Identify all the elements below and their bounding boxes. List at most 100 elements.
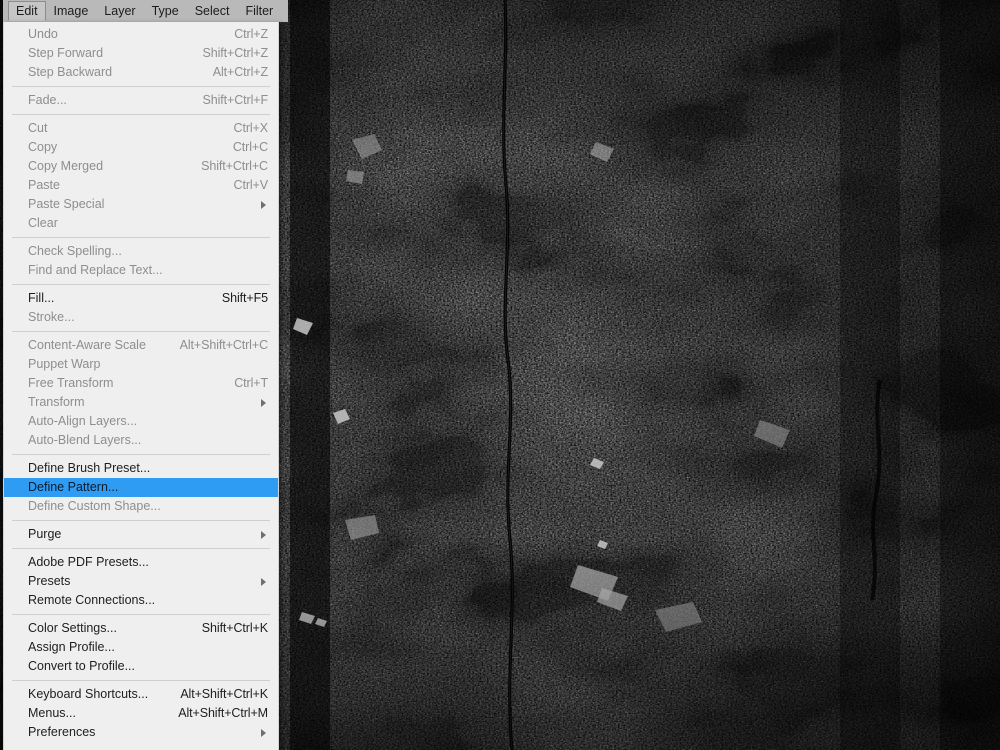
- menu-item-label: Transform: [28, 395, 85, 409]
- menubar-item-type-label: Type: [151, 4, 179, 18]
- menu-item-undo: Undo Ctrl+Z: [4, 25, 278, 44]
- menu-item-label: Copy: [28, 140, 58, 154]
- menu-item-label: Paste Special: [28, 197, 105, 211]
- chevron-right-icon: [261, 530, 266, 539]
- menu-item-label: Adobe PDF Presets...: [28, 555, 149, 569]
- menu-item-label: Auto-Align Layers...: [28, 414, 138, 428]
- menu-item-label: Define Pattern...: [28, 480, 119, 494]
- menu-item-remote-connections[interactable]: Remote Connections...: [4, 591, 278, 610]
- menu-item-label: Paste: [28, 178, 60, 192]
- menu-item-cut: Cut Ctrl+X: [4, 119, 278, 138]
- menubar-item-select[interactable]: Select: [187, 1, 238, 21]
- menu-bar: Edit Image Layer Type Select Filter: [3, 0, 288, 22]
- menu-item-puppet-warp: Puppet Warp: [4, 355, 278, 374]
- menu-item-paste: Paste Ctrl+V: [4, 176, 278, 195]
- edit-dropdown-menu[interactable]: Undo Ctrl+Z Step Forward Shift+Ctrl+Z Step B…: [3, 22, 279, 750]
- menu-item-copy: Copy Ctrl+C: [4, 138, 278, 157]
- menubar-item-type[interactable]: Type: [144, 1, 187, 21]
- menu-item-menus[interactable]: Menus... Alt+Shift+Ctrl+M: [4, 704, 278, 723]
- menu-item-shortcut: Ctrl+V: [233, 178, 269, 192]
- menu-item-label: Step Forward: [28, 46, 104, 60]
- chevron-right-icon: [261, 728, 266, 737]
- menu-item-shortcut: Ctrl+X: [233, 121, 269, 135]
- menu-item-find-and-replace-text: Find and Replace Text...: [4, 261, 278, 280]
- menubar-item-edit[interactable]: Edit: [8, 1, 46, 21]
- menu-item-label: Define Custom Shape...: [28, 499, 161, 513]
- menu-item-define-brush-preset[interactable]: Define Brush Preset...: [4, 459, 278, 478]
- menubar-item-layer[interactable]: Layer: [96, 1, 143, 21]
- menu-item-shortcut: Ctrl+C: [232, 140, 268, 154]
- menu-item-fade: Fade... Shift+Ctrl+F: [4, 91, 278, 110]
- menu-item-shortcut: Shift+F5: [221, 291, 268, 305]
- menubar-item-image[interactable]: Image: [46, 1, 97, 21]
- menu-item-shortcut: Shift+Ctrl+C: [201, 159, 268, 173]
- menu-item-auto-align-layers: Auto-Align Layers...: [4, 412, 278, 431]
- menu-item-fill[interactable]: Fill... Shift+F5: [4, 289, 278, 308]
- menu-item-step-backward: Step Backward Alt+Ctrl+Z: [4, 63, 278, 82]
- menu-item-label: Puppet Warp: [28, 357, 101, 371]
- menu-item-keyboard-shortcuts[interactable]: Keyboard Shortcuts... Alt+Shift+Ctrl+K: [4, 685, 278, 704]
- menu-item-shortcut: Shift+Ctrl+F: [202, 93, 269, 107]
- menu-item-label: Convert to Profile...: [28, 659, 135, 673]
- menubar-item-filter-label: Filter: [245, 4, 274, 18]
- menu-item-assign-profile[interactable]: Assign Profile...: [4, 638, 278, 657]
- menu-item-copy-merged: Copy Merged Shift+Ctrl+C: [4, 157, 278, 176]
- menu-item-label: Fade...: [28, 93, 67, 107]
- menu-item-label: Preferences: [28, 725, 96, 739]
- menu-item-label: Check Spelling...: [28, 244, 122, 258]
- menu-item-presets[interactable]: Presets: [4, 572, 278, 591]
- menu-item-label: Keyboard Shortcuts...: [28, 687, 149, 701]
- chevron-right-icon: [261, 200, 266, 209]
- menu-item-label: Menus...: [28, 706, 76, 720]
- menubar-item-layer-label: Layer: [104, 4, 136, 18]
- menu-item-preferences[interactable]: Preferences: [4, 723, 278, 742]
- menu-item-purge[interactable]: Purge: [4, 525, 278, 544]
- menu-item-define-custom-shape: Define Custom Shape...: [4, 497, 278, 516]
- menu-item-color-settings[interactable]: Color Settings... Shift+Ctrl+K: [4, 619, 278, 638]
- menu-item-shortcut: Alt+Ctrl+Z: [212, 65, 268, 79]
- menubar-item-select-label: Select: [194, 4, 230, 18]
- menu-item-shortcut: Alt+Shift+Ctrl+C: [179, 338, 268, 352]
- menu-item-label: Copy Merged: [28, 159, 104, 173]
- menu-item-label: Assign Profile...: [28, 640, 115, 654]
- menu-item-step-forward: Step Forward Shift+Ctrl+Z: [4, 44, 278, 63]
- menu-item-convert-to-profile[interactable]: Convert to Profile...: [4, 657, 278, 676]
- menu-item-shortcut: Alt+Shift+Ctrl+K: [180, 687, 268, 701]
- menu-separator: [12, 284, 270, 285]
- menubar-item-edit-label: Edit: [16, 4, 38, 18]
- menu-item-shortcut: Alt+Shift+Ctrl+M: [178, 706, 268, 720]
- menu-item-label: Fill...: [28, 291, 55, 305]
- menu-item-clear: Clear: [4, 214, 278, 233]
- menu-item-label: Free Transform: [28, 376, 114, 390]
- menu-separator: [12, 86, 270, 87]
- menubar-item-filter[interactable]: Filter: [237, 1, 281, 21]
- menu-separator: [12, 114, 270, 115]
- menu-item-label: Purge: [28, 527, 62, 541]
- menu-item-shortcut: Shift+Ctrl+K: [201, 621, 268, 635]
- menu-item-shortcut: Ctrl+Z: [234, 27, 268, 41]
- chevron-right-icon: [261, 398, 266, 407]
- menu-item-label: Auto-Blend Layers...: [28, 433, 142, 447]
- menu-item-label: Remote Connections...: [28, 593, 156, 607]
- menu-item-label: Define Brush Preset...: [28, 461, 151, 475]
- menu-item-label: Step Backward: [28, 65, 113, 79]
- menu-item-shortcut: Ctrl+T: [234, 376, 268, 390]
- menu-item-define-pattern[interactable]: Define Pattern...: [4, 478, 278, 497]
- menu-separator: [12, 548, 270, 549]
- menu-separator: [12, 680, 270, 681]
- menu-item-label: Cut: [28, 121, 48, 135]
- menu-separator: [12, 454, 270, 455]
- menu-item-label: Presets: [28, 574, 71, 588]
- chevron-right-icon: [261, 577, 266, 586]
- menu-item-shortcut: Shift+Ctrl+Z: [202, 46, 269, 60]
- menu-item-label: Stroke...: [28, 310, 75, 324]
- menubar-item-image-label: Image: [53, 4, 89, 18]
- menu-item-label: Color Settings...: [28, 621, 117, 635]
- menu-item-transform: Transform: [4, 393, 278, 412]
- menu-item-label: Content-Aware Scale: [28, 338, 146, 352]
- menu-item-label: Find and Replace Text...: [28, 263, 163, 277]
- menu-separator: [12, 520, 270, 521]
- menu-separator: [12, 614, 270, 615]
- menu-item-label: Undo: [28, 27, 58, 41]
- menu-item-adobe-pdf-presets[interactable]: Adobe PDF Presets...: [4, 553, 278, 572]
